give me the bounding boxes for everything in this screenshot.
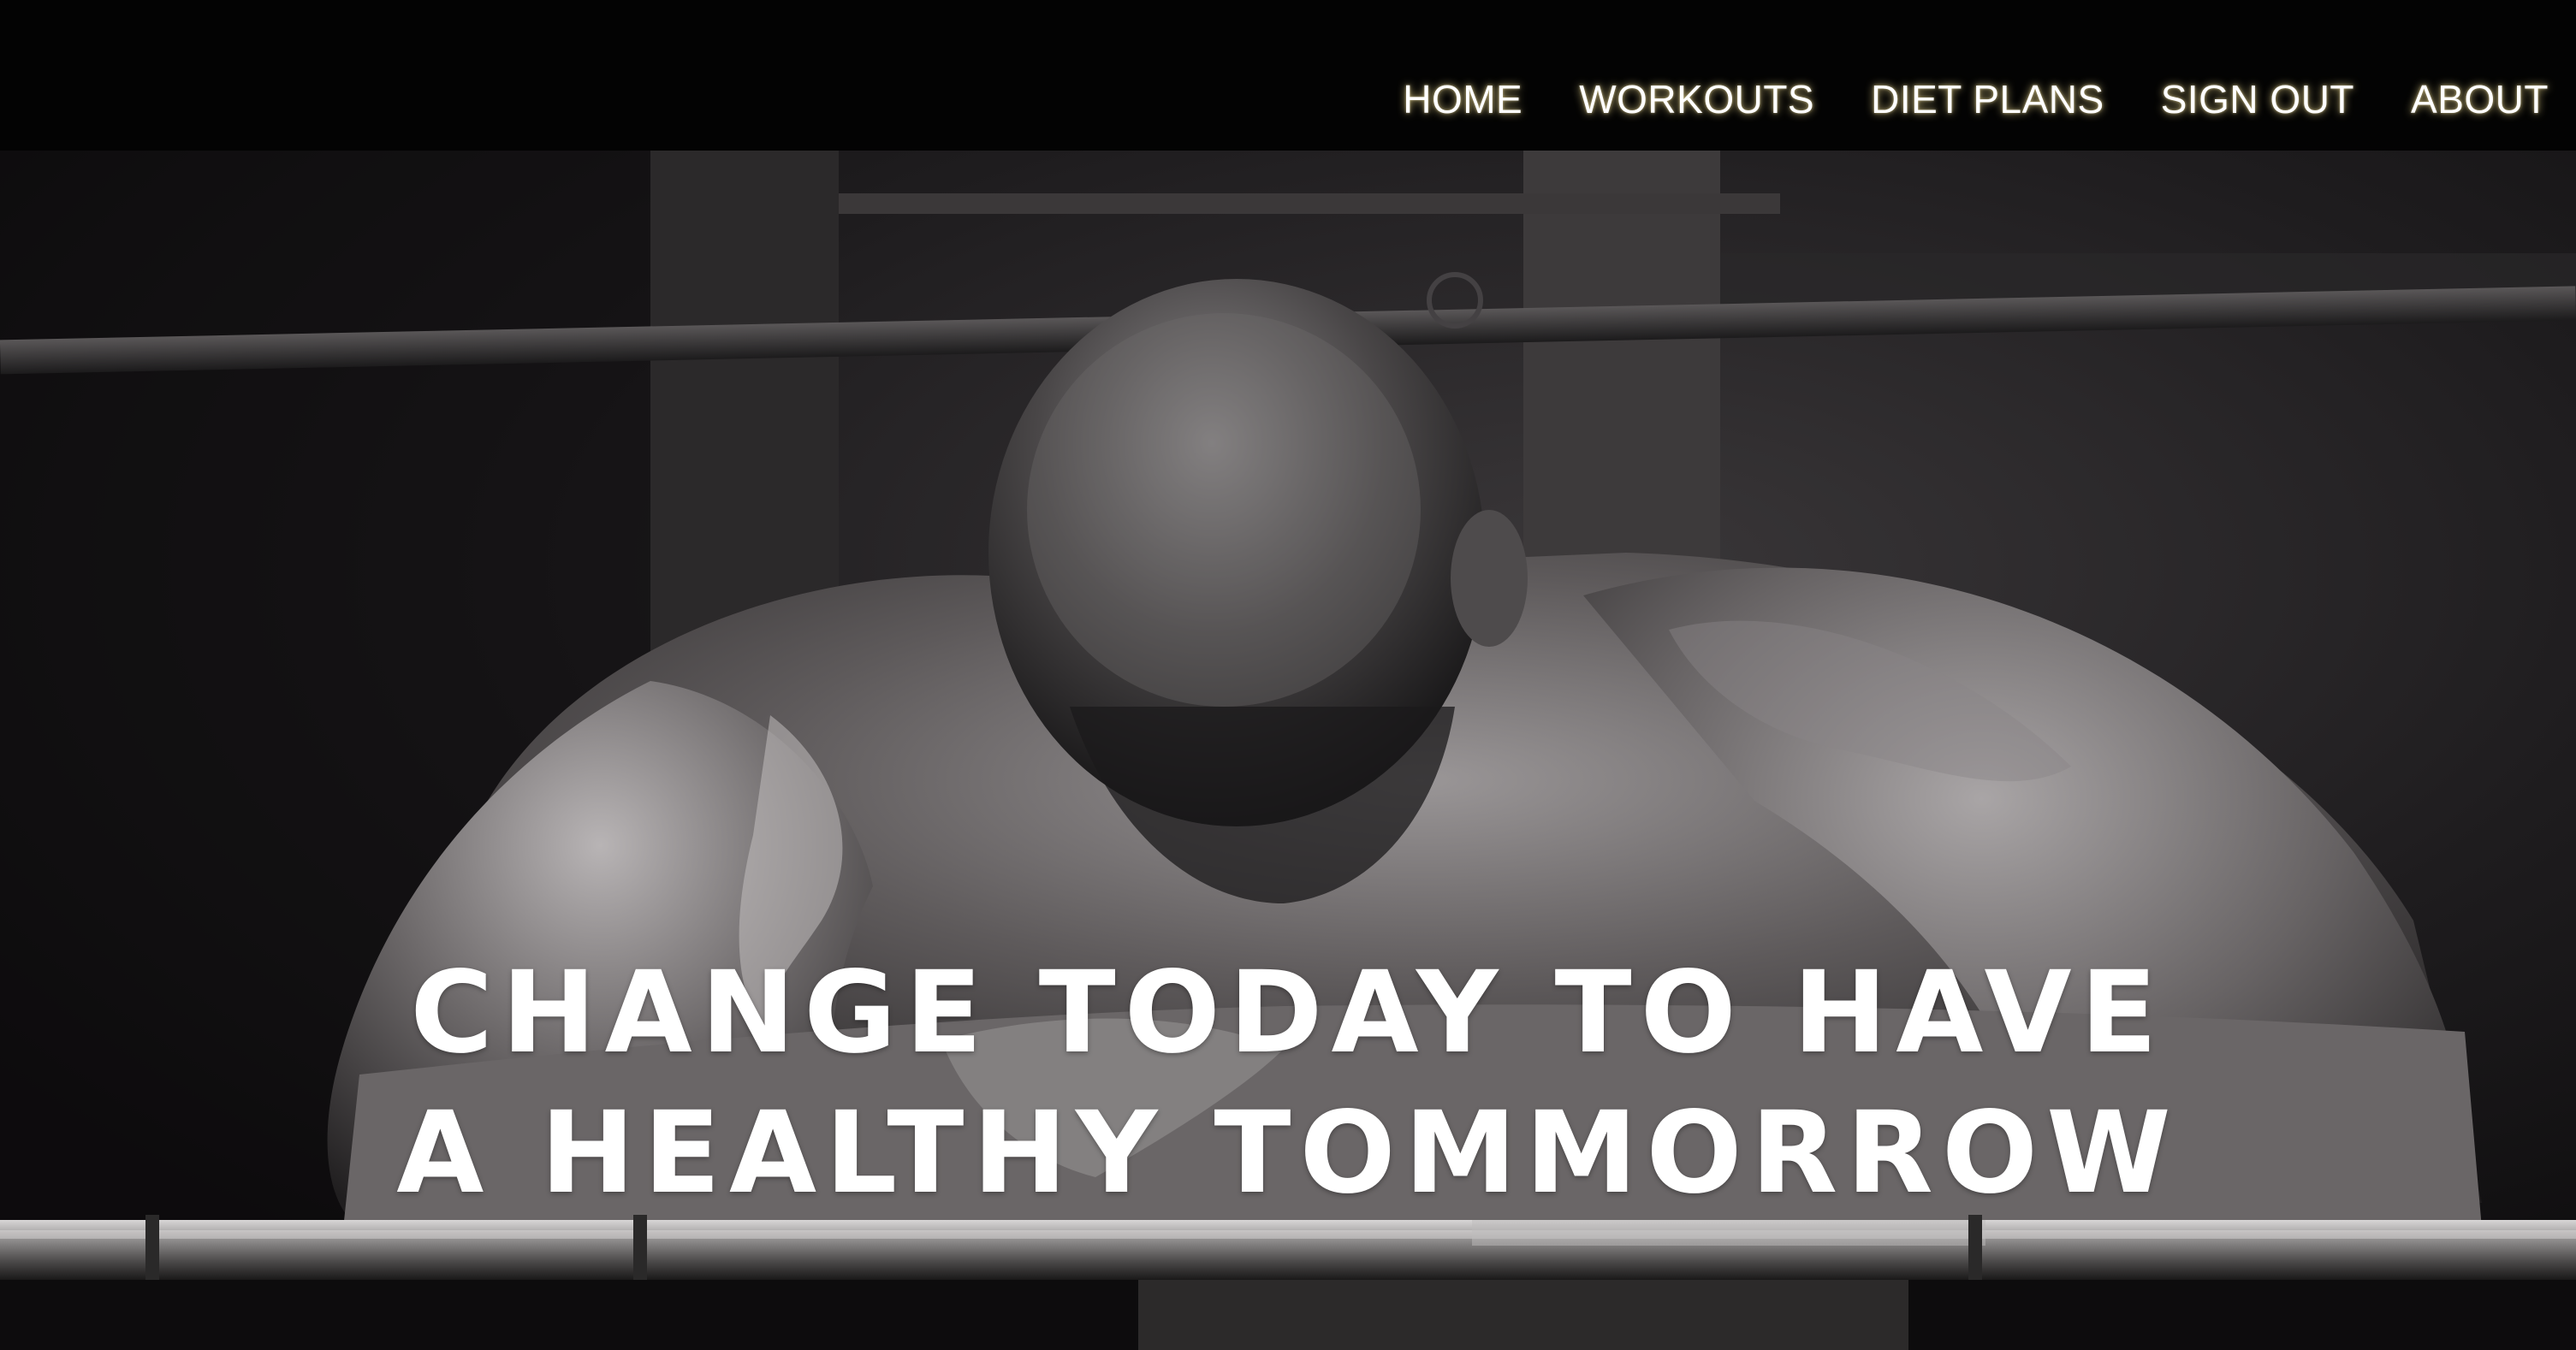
nav-item-about: ABOUT	[2411, 72, 2549, 127]
nav-link-home[interactable]: HOME	[1403, 72, 1522, 127]
nav-link-sign-out[interactable]: SIGN OUT	[2161, 72, 2354, 127]
hero-headline-line-1: CHANGE TODAY TO HAVE	[410, 947, 2166, 1079]
hero-headline: CHANGE TODAY TO HAVE A HEALTHY TOMMORROW	[0, 943, 2576, 1223]
top-navigation-bar: HOME WORKOUTS DIET PLANS SIGN OUT ABOUT	[0, 0, 2576, 151]
nav-link-diet-plans[interactable]: DIET PLANS	[1871, 72, 2104, 127]
hero-headline-line-2: A HEALTHY TOMMORROW	[396, 1087, 2180, 1219]
nav-item-home: HOME	[1403, 72, 1522, 127]
nav-link-workouts[interactable]: WORKOUTS	[1579, 72, 1814, 127]
main-nav: HOME WORKOUTS DIET PLANS SIGN OUT ABOUT	[1403, 72, 2549, 127]
hero-section: CHANGE TODAY TO HAVE A HEALTHY TOMMORROW	[0, 151, 2576, 1350]
nav-item-diet-plans: DIET PLANS	[1871, 72, 2104, 127]
nav-item-workouts: WORKOUTS	[1579, 72, 1814, 127]
nav-link-about[interactable]: ABOUT	[2411, 72, 2549, 127]
nav-item-sign-out: SIGN OUT	[2161, 72, 2354, 127]
